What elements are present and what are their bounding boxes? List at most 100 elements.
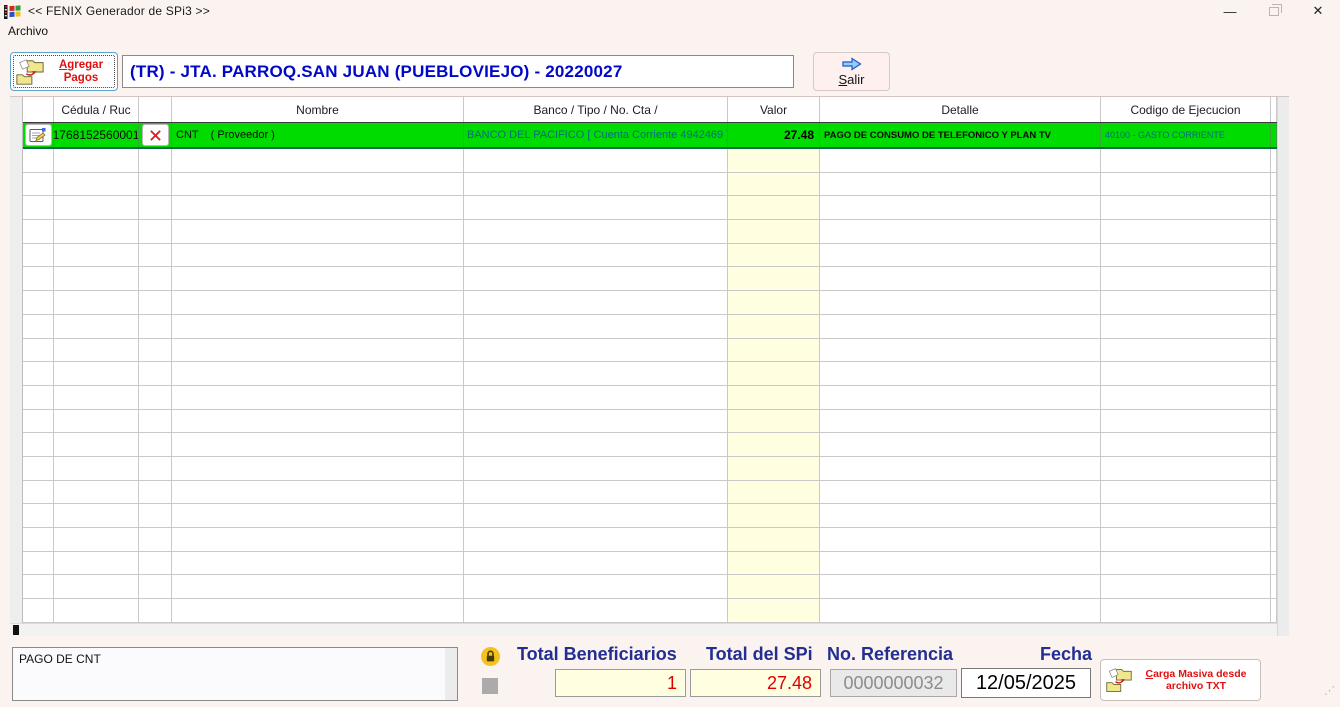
minimize-button[interactable]: — [1208, 0, 1252, 22]
menu-archivo[interactable]: Archivo [0, 22, 56, 40]
empty-cell-banco [464, 267, 728, 291]
empty-cell-cedula [54, 599, 139, 623]
empty-cell-detalle [820, 220, 1101, 244]
empty-cell-del [139, 481, 172, 505]
empty-cell-codigo [1101, 244, 1271, 268]
empty-cell-edit [23, 339, 54, 363]
empty-cell-nombre [172, 386, 464, 410]
empty-table-row[interactable] [23, 504, 1277, 528]
resize-grip[interactable]: ⋰ [1324, 688, 1336, 700]
empty-cell-nombre [172, 575, 464, 599]
empty-cell-codigo [1101, 220, 1271, 244]
app-window: { "window": { "title": "<< FENIX Generad… [0, 0, 1340, 707]
textarea-scrollbar[interactable] [445, 648, 457, 700]
empty-cell-banco [464, 291, 728, 315]
empty-cell-edit [23, 433, 54, 457]
close-button[interactable]: ✕ [1296, 0, 1340, 22]
empty-cell-valor [728, 339, 820, 363]
empty-cell-edit [23, 315, 54, 339]
empty-table-row[interactable] [23, 220, 1277, 244]
total-spi-label: Total del SPi [706, 644, 813, 665]
edit-row-button[interactable] [25, 124, 52, 146]
cell-valor: 27.48 [728, 123, 820, 147]
empty-table-row[interactable] [23, 457, 1277, 481]
empty-cell-edit [23, 599, 54, 623]
empty-table-row[interactable] [23, 149, 1277, 173]
empty-cell-cedula [54, 315, 139, 339]
empty-cell-cedula [54, 433, 139, 457]
total-spi-field[interactable]: 27.48 [690, 669, 821, 697]
empty-table-row[interactable] [23, 315, 1277, 339]
vertical-scrollbar[interactable] [1277, 97, 1289, 636]
carga-masiva-button[interactable]: Carga Masiva desdearchivo TXT [1100, 659, 1261, 701]
empty-table-row[interactable] [23, 552, 1277, 576]
empty-cell-detalle [820, 481, 1101, 505]
empty-table-row[interactable] [23, 244, 1277, 268]
empty-cell-valor [728, 386, 820, 410]
column-header-banco[interactable]: Banco / Tipo / No. Cta / [464, 97, 728, 122]
status-square [482, 678, 498, 694]
entity-name-field[interactable]: (TR) - JTA. PARROQ.SAN JUAN (PUEBLOVIEJO… [122, 55, 794, 88]
column-header-nombre[interactable]: Nombre [172, 97, 464, 122]
column-header-detalle[interactable]: Detalle [820, 97, 1101, 122]
exit-arrow-icon [841, 57, 863, 71]
empty-cell-edit [23, 220, 54, 244]
empty-table-row[interactable] [23, 575, 1277, 599]
column-header-del[interactable] [139, 97, 172, 122]
empty-cell-edit [23, 291, 54, 315]
column-header-valor[interactable]: Valor [728, 97, 820, 122]
total-beneficiarios-field[interactable]: 1 [555, 669, 686, 697]
empty-cell-detalle [820, 386, 1101, 410]
empty-table-row[interactable] [23, 386, 1277, 410]
payment-detail-textarea[interactable]: PAGO DE CNT [12, 647, 458, 701]
column-header-cedula[interactable]: Cédula / Ruc [54, 97, 139, 122]
window-title: << FENIX Generador de SPi3 >> [28, 4, 210, 18]
agregar-pagos-button[interactable]: AgregarPagos [10, 52, 118, 91]
empty-cell-del [139, 244, 172, 268]
empty-table-row[interactable] [23, 291, 1277, 315]
empty-table-row[interactable] [23, 267, 1277, 291]
column-header-codigo[interactable]: Codigo de Ejecucion [1101, 97, 1271, 122]
fecha-field[interactable]: 12/05/2025 [961, 668, 1091, 698]
empty-cell-codigo [1101, 481, 1271, 505]
empty-cell-edit [23, 362, 54, 386]
empty-table-row[interactable] [23, 481, 1277, 505]
empty-cell-edit [23, 244, 54, 268]
empty-cell-cedula [54, 220, 139, 244]
empty-cell-nombre [172, 149, 464, 173]
empty-table-row[interactable] [23, 433, 1277, 457]
empty-cell-edit [23, 410, 54, 434]
empty-cell-edit [23, 196, 54, 220]
empty-cell-detalle [820, 173, 1101, 197]
column-header-edit[interactable] [23, 97, 54, 122]
salir-button[interactable]: Salir [813, 52, 890, 91]
empty-cell-banco [464, 315, 728, 339]
empty-cell-valor [728, 599, 820, 623]
empty-cell-cedula [54, 457, 139, 481]
empty-cell-valor [728, 315, 820, 339]
maximize-button[interactable] [1252, 0, 1296, 22]
empty-table-row[interactable] [23, 173, 1277, 197]
referencia-label: No. Referencia [827, 644, 953, 665]
empty-cell-del [139, 433, 172, 457]
table-row[interactable]: 1768152560001 CNT ( Proveedor ) BANCO DE… [23, 123, 1277, 149]
empty-cell-codigo [1101, 291, 1271, 315]
horizontal-scrollbar-thumb[interactable] [13, 625, 19, 635]
empty-table-row[interactable] [23, 196, 1277, 220]
empty-table-row[interactable] [23, 599, 1277, 623]
empty-table-row[interactable] [23, 410, 1277, 434]
empty-cell-valor [728, 173, 820, 197]
empty-cell-nombre [172, 552, 464, 576]
empty-cell-cedula [54, 386, 139, 410]
empty-cell-edit [23, 149, 54, 173]
empty-cell-detalle [820, 410, 1101, 434]
empty-table-row[interactable] [23, 528, 1277, 552]
empty-table-row[interactable] [23, 362, 1277, 386]
delete-row-button[interactable] [142, 124, 169, 146]
empty-cell-codigo [1101, 173, 1271, 197]
empty-table-row[interactable] [23, 339, 1277, 363]
empty-cell-edit [23, 575, 54, 599]
maximize-icon [1269, 7, 1279, 16]
total-beneficiarios-label: Total Beneficiarios [517, 644, 677, 665]
horizontal-scrollbar[interactable] [10, 623, 1277, 636]
